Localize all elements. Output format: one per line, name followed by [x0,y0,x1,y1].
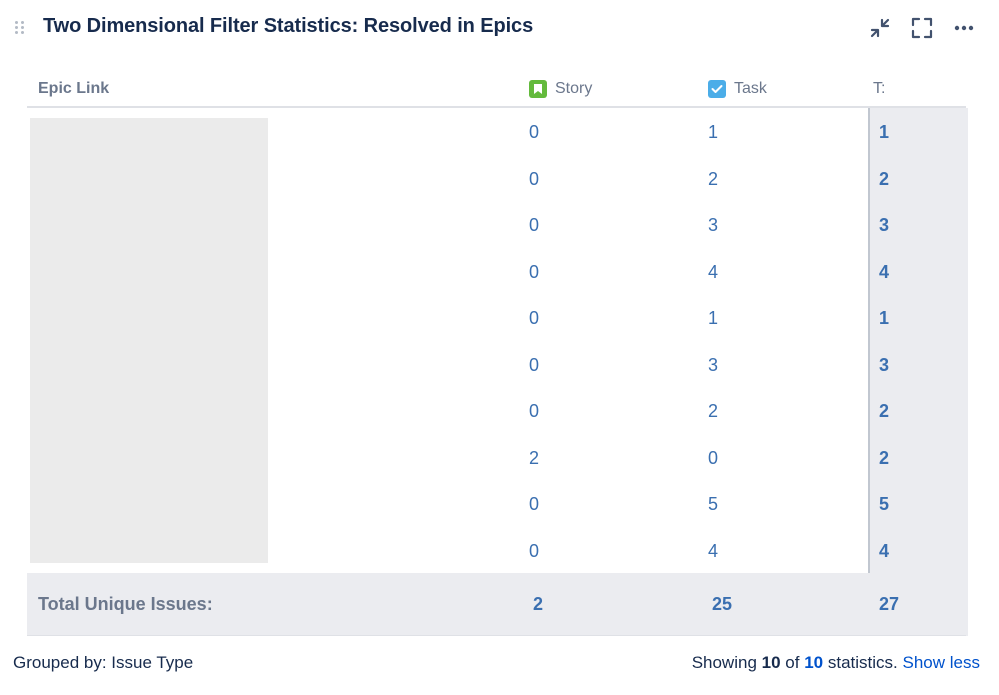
story-total[interactable]: 2 [533,594,543,615]
minimize-icon [870,18,890,38]
table-row: 0 2 2 [27,387,966,433]
story-icon [529,80,547,98]
row-total[interactable]: 4 [879,262,889,283]
totals-row: Total Unique Issues: 2 25 27 [27,573,966,636]
table-row: 0 1 1 [27,108,966,154]
row-total[interactable]: 2 [879,448,889,469]
filter-statistics-gadget: Two Dimensional Filter Statistics: Resol… [0,0,999,695]
gadget-actions [867,14,977,42]
table-row: 0 3 3 [27,201,966,247]
more-icon [954,25,974,31]
row-total[interactable]: 4 [879,541,889,562]
table-row: 0 4 4 [27,527,966,573]
story-count[interactable]: 0 [529,308,539,329]
task-count[interactable]: 3 [708,355,718,376]
table-row: 0 2 2 [27,155,966,201]
story-count[interactable]: 0 [529,169,539,190]
story-count[interactable]: 0 [529,355,539,376]
grouped-by-label: Grouped by: Issue Type [13,653,194,672]
totals-label: Total Unique Issues: [38,594,213,614]
table-row: 0 4 4 [27,248,966,294]
task-count[interactable]: 4 [708,541,718,562]
more-actions-button[interactable] [951,14,977,42]
task-count[interactable]: 1 [708,122,718,143]
column-header-total[interactable]: T: [873,80,885,98]
table-row: 0 5 5 [27,480,966,526]
fullscreen-button[interactable] [909,14,935,42]
table-row: 0 1 1 [27,294,966,340]
shown-count: 10 [761,653,781,672]
row-total[interactable]: 3 [879,215,889,236]
gadget-title: Two Dimensional Filter Statistics: Resol… [43,15,534,37]
table-row: 0 3 3 [27,341,966,387]
task-count[interactable]: 2 [708,401,718,422]
show-less-link[interactable]: Show less [903,653,980,672]
column-header-story-label: Story [555,80,593,97]
row-total[interactable]: 5 [879,494,889,515]
column-header-epic-link[interactable]: Epic Link [38,80,109,98]
row-total[interactable]: 1 [879,122,889,143]
task-count[interactable]: 3 [708,215,718,236]
showing-prefix: Showing [691,653,757,672]
story-count[interactable]: 0 [529,262,539,283]
task-count[interactable]: 1 [708,308,718,329]
column-header-task-label: Task [734,80,767,97]
task-count[interactable]: 2 [708,169,718,190]
row-total[interactable]: 3 [879,355,889,376]
table-body: 0 1 1 0 2 2 0 3 3 0 4 4 0 1 1 0 3 3 0 2 … [27,108,968,636]
drag-handle-icon[interactable] [15,21,25,37]
task-icon [708,80,726,98]
statistics-suffix: statistics. [827,653,898,672]
column-header-story[interactable]: Story [529,80,592,98]
story-count[interactable]: 2 [529,448,539,469]
story-count[interactable]: 0 [529,401,539,422]
minimize-button[interactable] [867,14,893,42]
task-count[interactable]: 4 [708,262,718,283]
task-count[interactable]: 5 [708,494,718,515]
story-count[interactable]: 0 [529,541,539,562]
row-total[interactable]: 2 [879,169,889,190]
row-total[interactable]: 2 [879,401,889,422]
task-count[interactable]: 0 [708,448,718,469]
of-label: of [785,653,800,672]
table-row: 2 0 2 [27,434,966,480]
fullscreen-icon [911,17,933,39]
table-header: Epic Link Story Task T: [27,72,966,108]
story-count[interactable]: 0 [529,122,539,143]
story-count[interactable]: 0 [529,494,539,515]
total-count: 10 [804,653,824,672]
showing-summary: Showing 10 of 10 statistics. Show less [692,653,980,673]
statistics-table: Epic Link Story Task T: 0 1 1 0 2 2 0 3 … [27,72,968,636]
row-total[interactable]: 1 [879,308,889,329]
column-header-task[interactable]: Task [708,80,767,98]
grand-total[interactable]: 27 [879,594,899,615]
story-count[interactable]: 0 [529,215,539,236]
task-total[interactable]: 25 [712,594,732,615]
